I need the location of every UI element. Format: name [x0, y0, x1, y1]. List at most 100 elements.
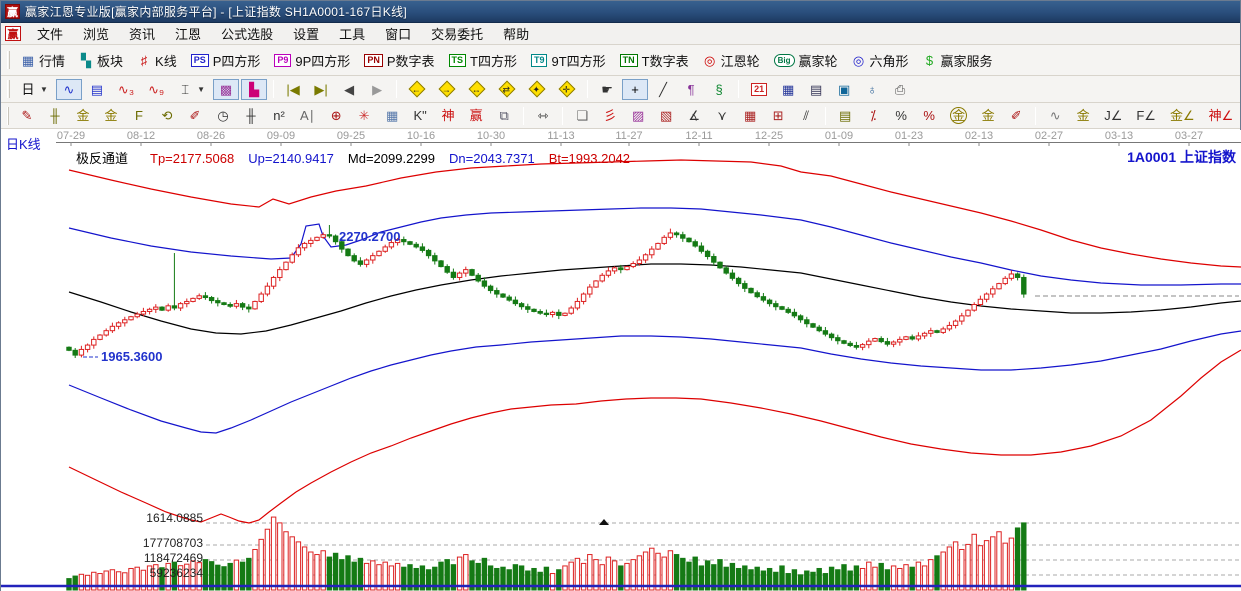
trend-line-tool-button[interactable]: ╱ [650, 79, 676, 100]
gold-line-button[interactable]: 金 [1070, 105, 1096, 126]
expand-bars-button[interactable]: ✦ [523, 79, 551, 99]
next-bar-button[interactable]: ▶ [364, 79, 390, 100]
menu-item-5[interactable]: 公式选股 [211, 25, 283, 44]
9p-square-button[interactable]: P9 9P四方形 [268, 48, 356, 73]
period-selector-button[interactable]: 日 ▼ [15, 79, 54, 100]
fibo-f-button[interactable]: F [126, 105, 152, 126]
pan-left-button[interactable]: ← [403, 79, 431, 99]
kline-chart[interactable]: 07-29 08-12 08-26 09-09 09-25 10-16 10-30 11-13… [1, 130, 1241, 591]
price-grid-2-button[interactable]: ⊞ [765, 105, 791, 126]
period-label: 日K线 [6, 137, 41, 152]
p-square-button[interactable]: PS P四方形 [185, 48, 267, 73]
first-bar-button[interactable]: |◀ [280, 79, 306, 100]
marker-pen-button[interactable]: ✐ [1003, 105, 1029, 126]
ruler-button[interactable]: ⧉ [491, 105, 517, 126]
spiral-5-button[interactable]: ⟲ [154, 105, 180, 126]
shen-tool-button[interactable]: 神 [435, 105, 461, 126]
t-square-button[interactable]: TS T四方形 [443, 48, 523, 73]
winner-service-button[interactable]: $ 赢家服务 [917, 48, 999, 73]
win-tool-button[interactable]: 赢 [463, 105, 489, 126]
star-burst-button[interactable]: ✳ [351, 105, 377, 126]
zigzag-tool-button[interactable]: ⋎ [709, 105, 735, 126]
menu-item-8[interactable]: 窗口 [375, 25, 421, 44]
prev-bar-button[interactable]: ◀ [336, 79, 362, 100]
wave-9-button[interactable]: ∿₉ [142, 79, 170, 100]
window-title: 赢家江恩专业版[赢家内部服务平台] - [上证指数 SH1A0001-167日K… [25, 5, 407, 19]
percent-line-button[interactable]: ⁒ [860, 105, 886, 126]
gann-wheel-button[interactable]: ◎ 江恩轮 [697, 48, 766, 73]
time-cycle-button[interactable]: ◷ [210, 105, 236, 126]
menu-item-6[interactable]: 设置 [283, 25, 329, 44]
candle-style-button[interactable]: ⌶ ▼ [172, 79, 211, 100]
gold-angle-button[interactable]: 金∠ [1164, 105, 1201, 126]
width-measure-button[interactable]: ⇿ [530, 105, 556, 126]
kline-button[interactable]: ♯ K线 [131, 48, 183, 73]
last-bar-button[interactable]: ▶| [308, 79, 334, 100]
hexagon-button[interactable]: ◎ 六角形 [846, 48, 915, 73]
red-pen-button[interactable]: ✐ [182, 105, 208, 126]
gold-circle-button[interactable]: 金 [944, 104, 973, 127]
chart-canvas[interactable]: 07-29 08-12 08-26 09-09 09-25 10-16 10-30 11-13… [1, 130, 1241, 591]
save-button[interactable]: ▣ [831, 79, 857, 100]
menu-item-10[interactable]: 帮助 [493, 25, 539, 44]
parallel-lines-button[interactable]: ⫽ [793, 105, 819, 126]
gann-bars-button[interactable]: ╫ [42, 105, 68, 126]
fit-all-button[interactable]: ✛ [553, 79, 581, 99]
calendar-button[interactable]: 21 [745, 80, 773, 99]
p-number-table-button[interactable]: PN P数字表 [358, 48, 440, 73]
percent-under-button[interactable]: % [916, 105, 942, 126]
compress-bars-button[interactable]: ⇄ [493, 79, 521, 99]
fan-lines-button[interactable]: 彡 [597, 105, 623, 126]
angle-a-button[interactable]: A∣ [294, 105, 321, 126]
gold-grid-b-button[interactable]: 金 [98, 105, 124, 126]
percent-button[interactable]: % [888, 105, 914, 126]
pattern-tool-button[interactable]: § [706, 79, 732, 100]
wave-overlay-button[interactable]: ∿ [1042, 105, 1068, 126]
grid-box-button[interactable]: ▦ [379, 105, 405, 126]
stats-list-button[interactable]: ▤ [832, 105, 858, 126]
n-squared-button[interactable]: n² [266, 105, 292, 126]
circle-cross-button[interactable]: ⊕ [323, 105, 349, 126]
wave-3-button[interactable]: ∿₃ [112, 79, 140, 100]
menu-item-3[interactable]: 资讯 [119, 25, 165, 44]
compress-bars-icon: ⇄ [498, 80, 516, 98]
menu-item-2[interactable]: 浏览 [73, 25, 119, 44]
shen-angle-button[interactable]: 神∠ [1203, 105, 1240, 126]
calculator-button[interactable]: ▦ [775, 79, 801, 100]
t-number-table-button[interactable]: TN T数字表 [614, 48, 695, 73]
profile-chart-button[interactable]: ▙ [241, 78, 268, 100]
gold-grid-a-button[interactable]: 金 [70, 105, 96, 126]
f-angle-button[interactable]: F∠ [1130, 105, 1162, 126]
network-button[interactable]: ♁ [859, 79, 885, 100]
bars-plain-button[interactable]: ╫ [238, 105, 264, 126]
pan-tool-button[interactable]: ☛ [594, 79, 620, 100]
gann-tool-button[interactable]: ¶ [678, 79, 704, 100]
period-selector-dropdown-icon[interactable]: ▼ [40, 85, 48, 94]
rect-select-button[interactable]: ❏ [569, 105, 595, 126]
print-button[interactable]: ⎙ [887, 79, 913, 100]
menu-item-9[interactable]: 交易委托 [421, 25, 493, 44]
menu-item-4[interactable]: 江恩 [165, 25, 211, 44]
winner-wheel-button[interactable]: Big 赢家轮 [768, 48, 844, 73]
j-angle-button[interactable]: J∠ [1098, 105, 1128, 126]
notes-view-button[interactable]: ▤ [84, 79, 110, 100]
zigzag-view-button[interactable]: ∿ [55, 78, 82, 100]
9t-square-button[interactable]: T9 9T四方形 [525, 48, 612, 73]
k-quote-button[interactable]: K" [407, 105, 433, 126]
fan-box-2-button[interactable]: ▧ [653, 105, 679, 126]
menu-item-7[interactable]: 工具 [329, 25, 375, 44]
pattern-overlay-button[interactable]: ▩ [213, 78, 240, 100]
pan-right-button[interactable]: → [433, 79, 461, 99]
price-grid-button[interactable]: ▦ [737, 105, 763, 126]
quotes-button[interactable]: ▦ 行情 [15, 48, 71, 73]
angle-lines-button[interactable]: ∡ [681, 105, 707, 126]
crosshair-tool-button[interactable]: + [622, 78, 649, 100]
zoom-horizontal-button[interactable]: ↔ [463, 79, 491, 99]
menu-item-1[interactable]: 文件 [27, 25, 73, 44]
report-button[interactable]: ▤ [803, 79, 829, 100]
gold-under-button[interactable]: 金 [975, 105, 1001, 126]
fan-box-button[interactable]: ▨ [625, 105, 651, 126]
candle-style-dropdown-icon[interactable]: ▼ [197, 85, 205, 94]
draw-pen-button[interactable]: ✎ [14, 105, 40, 126]
blocks-button[interactable]: ▚ 板块 [73, 48, 129, 73]
